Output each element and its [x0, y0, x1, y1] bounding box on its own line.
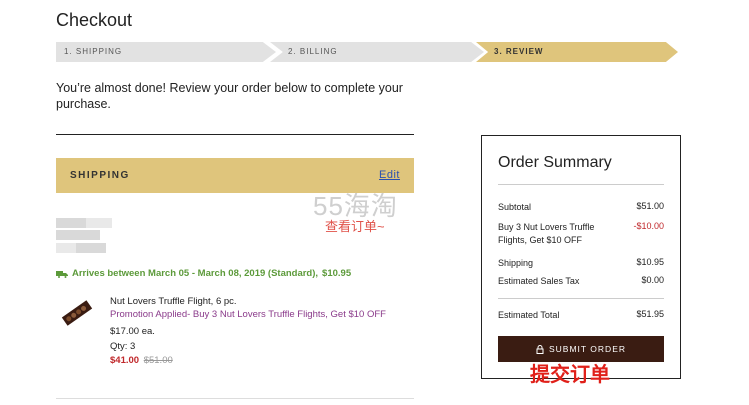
product-name[interactable]: Nut Lovers Truffle Flight, 6 pc. — [110, 296, 237, 307]
product-quantity: Qty: 3 — [110, 341, 136, 352]
arrival-info: Arrives between March 05 - March 08, 201… — [56, 268, 351, 279]
subtotal-value: $51.00 — [636, 201, 664, 211]
order-summary-title: Order Summary — [498, 154, 612, 171]
promo-value: -$10.00 — [633, 221, 664, 231]
submit-order-label: SUBMIT ORDER — [548, 344, 627, 354]
arrival-price: $10.95 — [322, 268, 352, 279]
product-unit-price: $17.00 ea. — [110, 326, 155, 337]
promo-label: Buy 3 Nut Lovers Truffle Flights, Get $1… — [498, 222, 595, 245]
product-image — [61, 300, 93, 326]
step-billing[interactable]: 2. BILLING — [270, 42, 484, 62]
step-shipping[interactable]: 1. SHIPPING — [56, 42, 276, 62]
truck-icon — [56, 270, 68, 278]
order-summary: Order Summary Subtotal $51.00 Buy 3 Nut … — [481, 135, 681, 379]
edit-shipping-link[interactable]: Edit — [379, 169, 400, 181]
total-label: Estimated Total — [498, 310, 560, 320]
product-sale-price: $41.00 — [110, 355, 140, 366]
divider — [56, 134, 414, 135]
annotation-text: 提交订单 — [530, 364, 610, 386]
lock-icon — [536, 344, 544, 354]
redacted-block — [56, 218, 86, 228]
shipping-title: SHIPPING — [70, 170, 130, 181]
shipping-value: $10.95 — [636, 257, 664, 267]
divider — [498, 298, 664, 299]
tax-label: Estimated Sales Tax — [498, 276, 580, 286]
checkout-steps: 1. SHIPPING 2. BILLING 3. REVIEW — [56, 42, 678, 62]
intro-text: You’re almost done! Review your order be… — [56, 81, 403, 111]
product-promo: Promotion Applied- Buy 3 Nut Lovers Truf… — [110, 309, 386, 320]
divider — [56, 398, 414, 399]
tax-value: $0.00 — [641, 275, 664, 285]
subtotal-label: Subtotal — [498, 202, 532, 212]
product-original-price: $51.00 — [143, 355, 173, 366]
step-review: 3. REVIEW — [476, 42, 678, 62]
watermark-subtext: 查看订单~ — [325, 219, 385, 234]
shipping-label: Shipping — [498, 258, 534, 268]
redacted-block — [86, 218, 112, 228]
divider — [498, 184, 664, 185]
redacted-block — [56, 230, 100, 240]
redacted-block — [76, 243, 106, 253]
total-value: $51.95 — [636, 309, 664, 319]
page-title: Checkout — [56, 10, 133, 30]
product-price: $41.00 $51.00 — [110, 355, 173, 366]
arrival-text: Arrives between March 05 - March 08, 201… — [72, 268, 319, 279]
redacted-block — [56, 243, 76, 253]
